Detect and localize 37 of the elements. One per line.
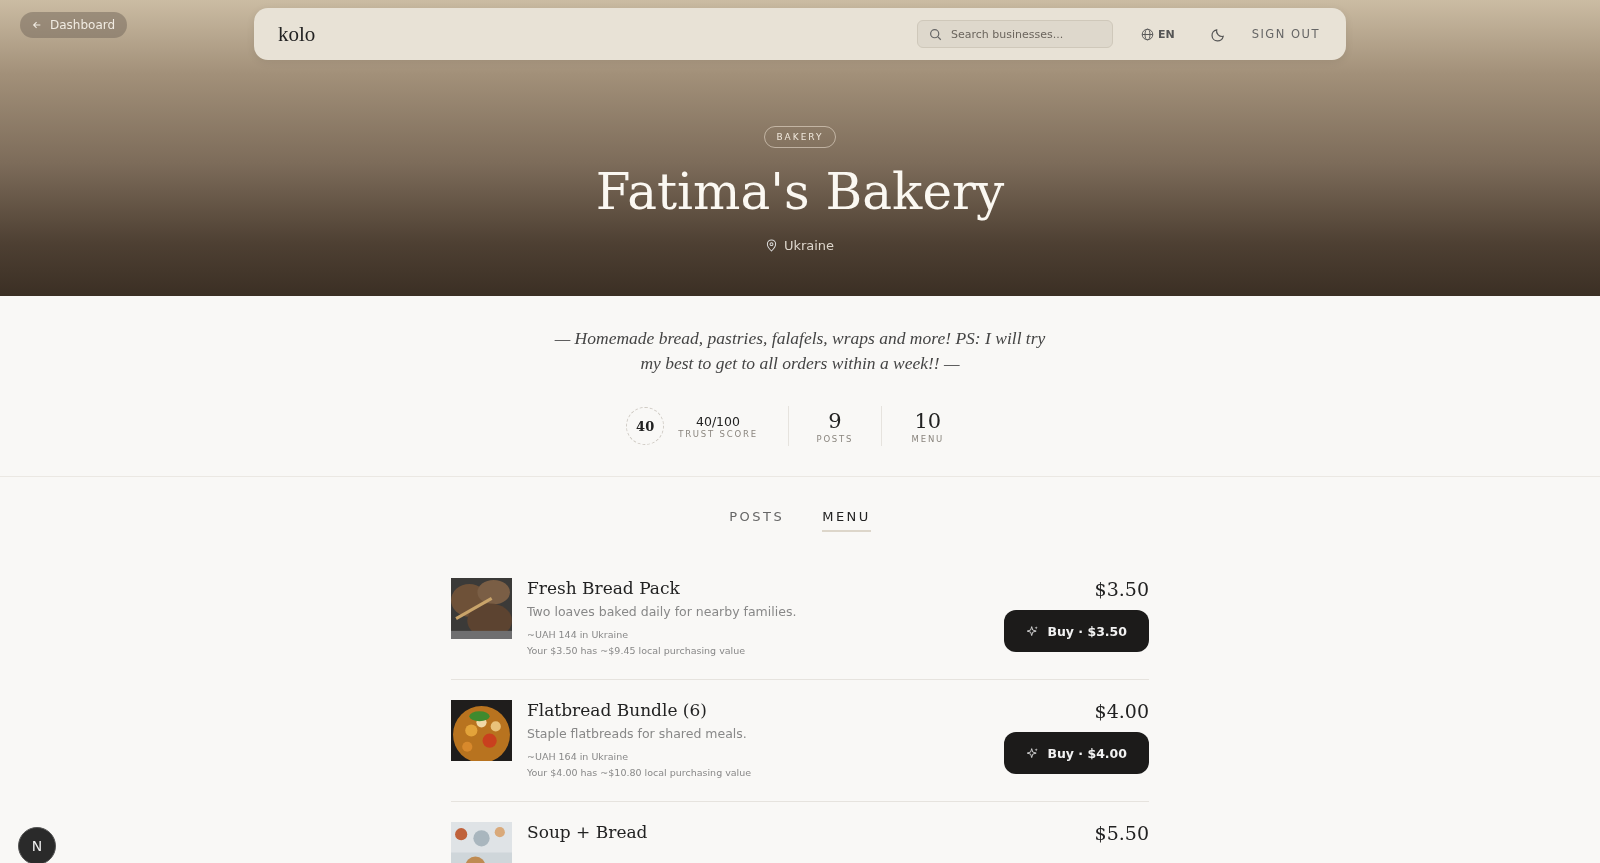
item-name: Flatbread Bundle (6) [527,700,707,720]
item-name: Soup + Bread [527,822,648,842]
stat-value: 9 [828,408,842,434]
item-price: $5.50 [1094,822,1149,844]
local-price-text: ~UAH 144 in Ukraine [527,628,629,642]
globe-icon [1140,27,1154,41]
business-description: — Homemade bread, pastries, falafels, wraps and more! PS: I will try my best to get to all orders within a week!! — [553,327,1047,375]
local-price-text: ~UAH 164 in Ukraine [527,750,629,764]
purchasing-value-text: Your $3.50 has ~$9.45 local purchasing value [527,644,746,658]
stat-value: 10 [914,408,942,434]
trust-score-label: TRUST SCORE [678,428,758,439]
item-description: Two loaves baked daily for nearby families. [527,604,797,619]
sparkle-icon [1026,624,1040,638]
item-price: $4.00 [1094,700,1149,722]
item-name: Fresh Bread Pack [527,578,680,598]
buy-button[interactable]: Buy · $4.00 [1004,732,1149,774]
item-description: Staple flatbreads for shared meals. [527,726,747,741]
arrow-left-icon [32,20,42,30]
search-field[interactable]: Search businesses... [916,20,1113,48]
location-text: Ukraine [783,238,835,253]
sign-out-button[interactable]: SIGN OUT [1249,25,1322,43]
search-icon [928,28,942,41]
moon-icon[interactable] [1210,26,1226,42]
buy-button[interactable]: Buy · $3.50 [1004,610,1149,652]
tab[interactable]: POSTS [729,509,785,532]
trust-score-value: 40/100 [696,413,740,429]
dev-indicator-button[interactable]: N [18,827,56,863]
sparkle-icon [1026,746,1040,760]
stat-label: MENU [911,434,945,444]
logo[interactable]: kolo [278,21,316,47]
location-pin-icon [765,239,777,252]
language-button[interactable]: EN [1138,25,1177,43]
stat-label: POSTS [816,434,854,444]
item-price: $3.50 [1094,578,1149,600]
business-title: Fatima's Bakery [595,162,1005,223]
tab[interactable]: MENU [822,509,871,532]
purchasing-value-text: Your $4.00 has ~$10.80 local purchasing value [527,766,752,780]
